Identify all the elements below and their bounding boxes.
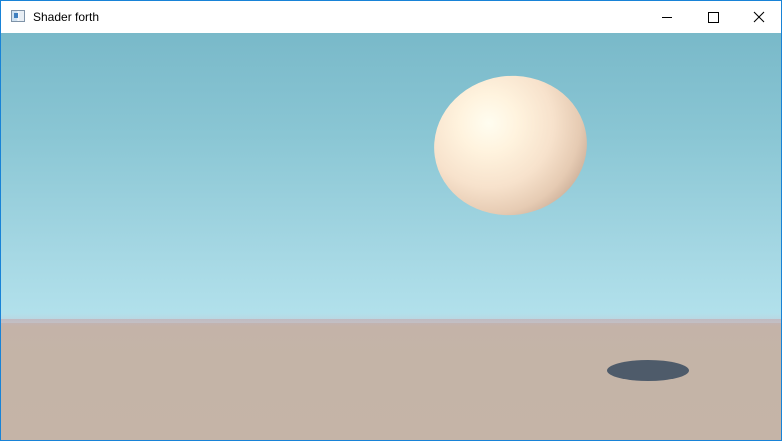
window-title: Shader forth — [33, 10, 100, 24]
maximize-icon — [708, 12, 719, 23]
app-window-icon[interactable] — [11, 10, 25, 22]
app-window: Shader forth — [0, 0, 782, 441]
close-icon — [753, 11, 765, 23]
sphere-shadow — [607, 360, 689, 381]
sphere — [425, 66, 596, 225]
horizon — [1, 313, 781, 323]
maximize-button[interactable] — [690, 1, 736, 33]
minimize-button[interactable] — [644, 1, 690, 33]
title-bar[interactable]: Shader forth — [1, 1, 781, 33]
close-button[interactable] — [736, 1, 781, 33]
render-viewport[interactable] — [1, 33, 781, 440]
minimize-icon — [662, 17, 672, 18]
